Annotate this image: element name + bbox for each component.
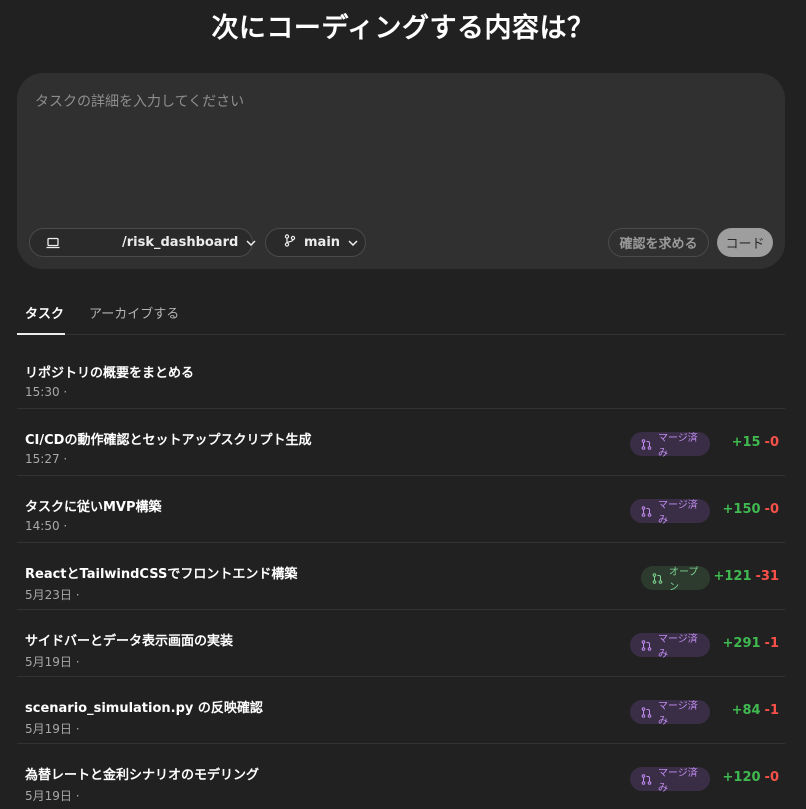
git-branch-icon <box>284 234 296 251</box>
repo-name: /risk_dashboard <box>122 235 239 250</box>
deletions-count: -1 <box>764 703 779 718</box>
task-time: 5月19日 · <box>25 655 80 669</box>
status-label: マージ済み <box>658 701 698 727</box>
pull-request-icon <box>652 572 663 584</box>
branch-selector[interactable]: main <box>265 228 366 257</box>
status-badge: マージ済み <box>630 767 710 794</box>
diff-stats: +120 -0 <box>723 770 779 785</box>
status-label: マージ済み <box>658 500 698 526</box>
pull-request-icon <box>641 505 652 517</box>
task-title: タスクに従いMVP構築 <box>25 500 162 515</box>
task-time: 14:50 · <box>25 519 68 533</box>
task-time: 15:27 · <box>25 452 68 466</box>
status-badge: マージ済み <box>630 499 710 526</box>
task-row[interactable]: 為替レートと金利シナリオのモデリング 5月19日 · マージ済み +120 -0 <box>17 744 785 809</box>
task-time: 15:30 · <box>25 385 68 399</box>
status-label: マージ済み <box>658 768 698 794</box>
diff-stats: +291 -1 <box>723 636 779 651</box>
pull-request-icon <box>641 639 652 651</box>
laptop-icon <box>46 237 60 249</box>
status-badge: マージ済み <box>630 633 710 660</box>
chevron-down-icon <box>348 239 358 246</box>
additions-count: +15 <box>731 435 761 450</box>
deletions-count: -0 <box>764 435 779 450</box>
task-time: 5月19日 · <box>25 789 80 803</box>
ask-button[interactable]: 確認を求める <box>608 228 709 257</box>
tab-archive[interactable]: アーカイブする <box>89 303 179 322</box>
codex-home: 次にコーディングする内容は？ タスクの詳細を入力してください /risk_das… <box>0 0 806 809</box>
tab-tasks[interactable]: タスク <box>25 303 64 322</box>
pull-request-icon <box>641 438 652 450</box>
task-row[interactable]: リポジトリの概要をまとめる 15:30 · <box>17 342 785 409</box>
diff-stats: +84 -1 <box>732 703 779 718</box>
task-row[interactable]: サイドバーとデータ表示画面の実装 5月19日 · マージ済み +291 -1 <box>17 610 785 677</box>
task-composer: タスクの詳細を入力してください /risk_dashboard main 確認を… <box>17 73 785 269</box>
deletions-count: -0 <box>764 770 779 785</box>
additions-count: +121 <box>713 569 752 584</box>
task-row[interactable]: CI/CDの動作確認とセットアップスクリプト生成 15:27 · マージ済み +… <box>17 409 785 476</box>
branch-name: main <box>304 235 341 250</box>
task-input[interactable]: タスクの詳細を入力してください <box>35 91 244 111</box>
active-tab-indicator <box>17 333 65 335</box>
task-time: 5月19日 · <box>25 722 80 736</box>
task-title: scenario_simulation.py の反映確認 <box>25 701 263 716</box>
task-title: 為替レートと金利シナリオのモデリング <box>25 768 260 783</box>
status-label: マージ済み <box>658 634 698 660</box>
deletions-count: -0 <box>764 502 779 517</box>
task-row[interactable]: scenario_simulation.py の反映確認 5月19日 · マージ… <box>17 677 785 744</box>
chevron-down-icon <box>246 239 256 246</box>
task-tabs: タスク アーカイブする <box>17 296 785 335</box>
additions-count: +291 <box>722 636 761 651</box>
task-title: CI/CDの動作確認とセットアップスクリプト生成 <box>25 433 312 448</box>
repo-selector[interactable]: /risk_dashboard <box>29 228 256 257</box>
task-title: リポジトリの概要をまとめる <box>25 366 195 381</box>
task-time: 5月23日 · <box>25 588 80 602</box>
pull-request-icon <box>641 706 652 718</box>
task-row[interactable]: ReactとTailwindCSSでフロントエンド構築 5月23日 · オープン… <box>17 543 785 610</box>
additions-count: +84 <box>731 703 761 718</box>
task-row[interactable]: タスクに従いMVP構築 14:50 · マージ済み +150 -0 <box>17 476 785 543</box>
task-title: ReactとTailwindCSSでフロントエンド構築 <box>25 567 298 582</box>
deletions-count: -31 <box>755 569 780 584</box>
additions-count: +150 <box>722 502 761 517</box>
diff-stats: +15 -0 <box>732 435 779 450</box>
task-title: サイドバーとデータ表示画面の実装 <box>25 634 234 649</box>
diff-stats: +150 -0 <box>723 502 779 517</box>
status-badge: マージ済み <box>630 432 710 459</box>
code-button[interactable]: コード <box>717 228 773 257</box>
page-title: 次にコーディングする内容は？ <box>211 13 595 44</box>
status-badge: マージ済み <box>630 700 710 727</box>
status-badge: オープン <box>641 566 710 593</box>
status-label: マージ済み <box>658 433 698 459</box>
status-label: オープン <box>669 567 699 593</box>
deletions-count: -1 <box>764 636 779 651</box>
diff-stats: +121 -31 <box>713 569 779 584</box>
pull-request-icon <box>641 773 652 785</box>
additions-count: +120 <box>722 770 761 785</box>
